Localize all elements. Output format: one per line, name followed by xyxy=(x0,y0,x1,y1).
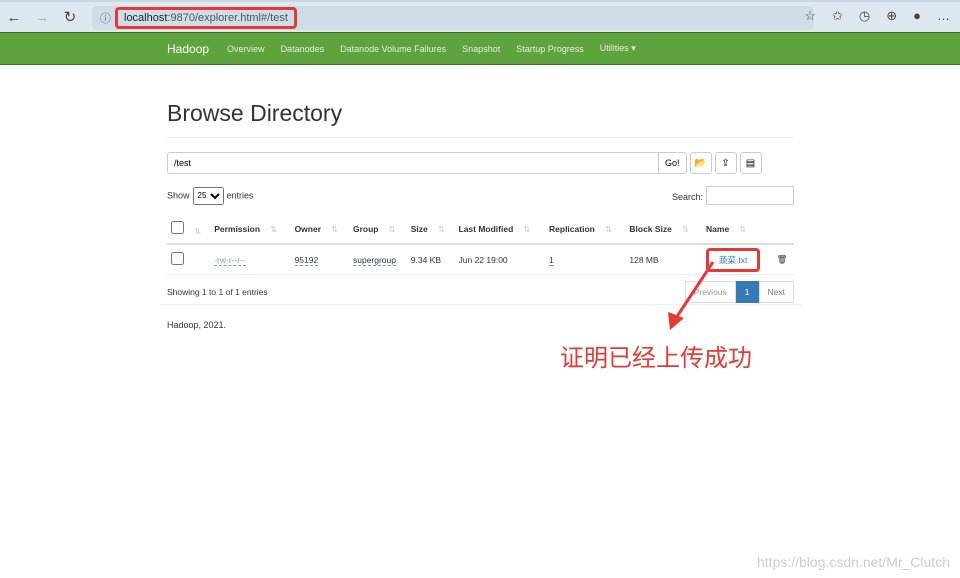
watermark: https://blog.csdn.net/Mr_Clutch xyxy=(757,554,950,570)
annotation-arrow xyxy=(668,261,715,330)
annotation-text: 证明已经上传成功 xyxy=(560,345,752,372)
